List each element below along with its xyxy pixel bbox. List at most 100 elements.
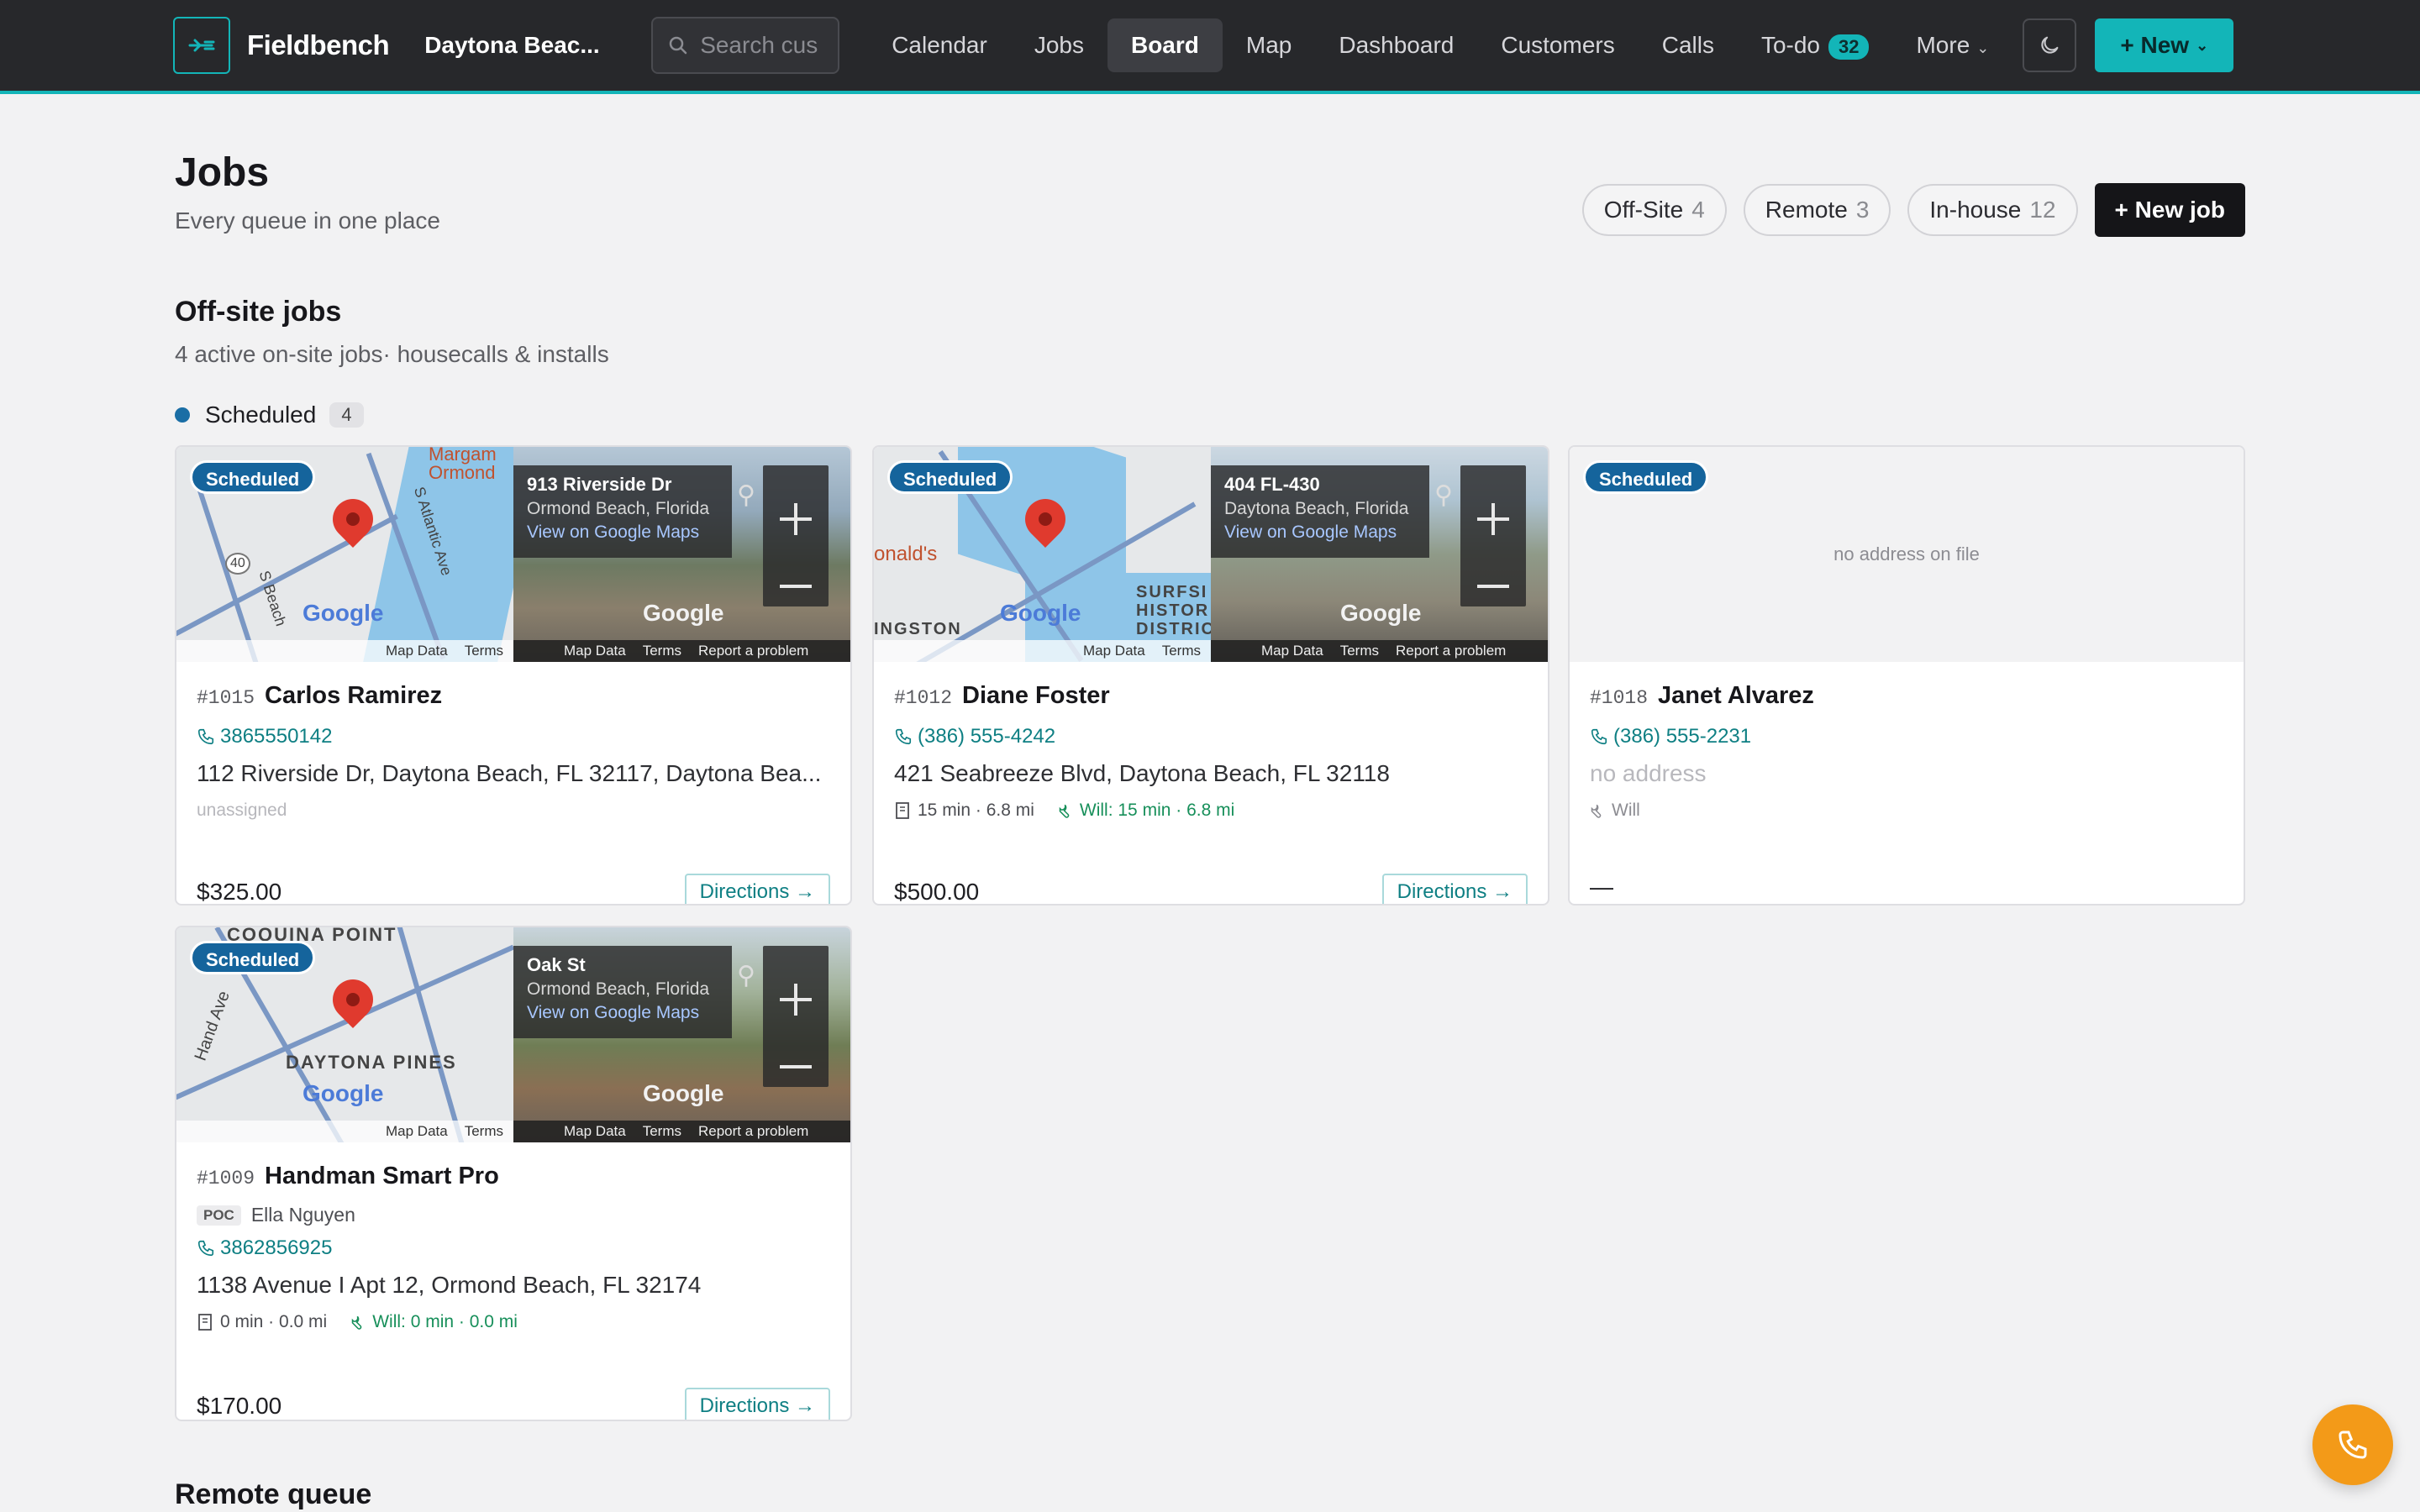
job-card[interactable]: Margam Ormond S Atlantic Ave S Beach 40 … <box>175 445 852 906</box>
section-title-offsite: Off-site jobs <box>175 296 342 328</box>
wrench-icon <box>1591 804 1602 818</box>
status-label: Scheduled <box>205 402 317 428</box>
map-data-link[interactable]: Map Data <box>1261 643 1323 659</box>
call-fab-button[interactable] <box>2312 1404 2393 1485</box>
map-terms-link[interactable]: Terms <box>643 643 681 659</box>
phone-number: 3862856925 <box>220 1236 333 1259</box>
job-card[interactable]: no address on file Scheduled #1018 Janet … <box>1568 445 2245 906</box>
job-price: $500.00 <box>894 879 980 905</box>
drive-info: 0 min · 0.0 mi Will: 0 min · 0.0 mi <box>197 1312 830 1332</box>
google-logo: Google <box>643 1080 724 1106</box>
nav-calls[interactable]: Calls <box>1639 18 1738 72</box>
nav-customers[interactable]: Customers <box>1477 18 1638 72</box>
new-job-button[interactable]: + New job <box>2094 183 2245 237</box>
zoom-out-icon[interactable] <box>1477 585 1509 588</box>
job-customer-name[interactable]: Janet Alvarez <box>1658 682 1814 709</box>
street-view-zoom-controls <box>1460 465 1526 606</box>
phone-link[interactable]: 3862856925 <box>197 1236 830 1260</box>
report-problem-link[interactable]: Report a problem <box>698 1123 808 1140</box>
directions-button[interactable]: Directions → <box>684 1388 830 1420</box>
nav-todo[interactable]: To-do 32 <box>1738 18 1893 72</box>
nav-more[interactable]: More ⌄ <box>1892 18 2012 72</box>
drive-time: 15 min · 6.8 mi <box>918 801 1034 820</box>
phone-number: (386) 555-4242 <box>918 725 1056 748</box>
queue-filters: Off-Site 4 Remote 3 In-house 12 + New job <box>1565 183 2245 237</box>
map-data-link[interactable]: Map Data <box>386 643 448 659</box>
card-media: Margam Ormond S Atlantic Ave S Beach 40 … <box>176 447 850 662</box>
zoom-in-icon[interactable] <box>780 984 812 1016</box>
zoom-in-icon[interactable] <box>1477 503 1509 535</box>
phone-link[interactable]: 3865550142 <box>197 725 830 748</box>
search-box[interactable] <box>651 17 840 74</box>
map-terms-link[interactable]: Terms <box>1162 643 1201 659</box>
job-card[interactable]: COQUINA POINT Hand Ave DAYTONA PINES Goo… <box>175 926 852 1421</box>
card-body: #1015 Carlos Ramirez 3865550142 112 River… <box>197 682 830 904</box>
filter-offsite[interactable]: Off-Site 4 <box>1581 184 1727 236</box>
google-logo: Google <box>1340 600 1422 626</box>
nav-jobs[interactable]: Jobs <box>1011 18 1107 72</box>
street-view-thumbnail[interactable]: Oak St Ormond Beach, Florida View on Goo… <box>513 927 850 1142</box>
phone-number: 3865550142 <box>220 725 333 748</box>
view-on-google-maps-link[interactable]: View on Google Maps <box>527 522 718 543</box>
map-terms-link[interactable]: Terms <box>643 1123 681 1140</box>
phone-link[interactable]: (386) 555-4242 <box>894 725 1528 748</box>
map-terms-link[interactable]: Terms <box>1340 643 1379 659</box>
assignee: unassigned <box>197 801 287 820</box>
nav-calendar[interactable]: Calendar <box>868 18 1011 72</box>
phone-link[interactable]: (386) 555-2231 <box>1590 725 2223 748</box>
map-data-link[interactable]: Map Data <box>564 643 626 659</box>
new-menu-label: + New <box>2120 32 2190 58</box>
map-data-link[interactable]: Map Data <box>564 1123 626 1140</box>
report-problem-link[interactable]: Report a problem <box>698 643 808 659</box>
nav-map[interactable]: Map <box>1223 18 1315 72</box>
report-problem-link[interactable]: Report a problem <box>1396 643 1506 659</box>
street-view-thumbnail[interactable]: 404 FL-430 Daytona Beach, Florida View o… <box>1211 447 1548 662</box>
job-card[interactable]: onald's SURFSI HISTOR DISTRIC INGSTON Go… <box>872 445 1549 906</box>
section-subtitle-offsite: 4 active on-site jobs· housecalls & inst… <box>175 341 609 367</box>
drive-time: 0 min · 0.0 mi <box>220 1312 328 1331</box>
search-input[interactable] <box>700 32 835 59</box>
price-row: $500.00 Directions → <box>894 874 1528 905</box>
card-body: #1009 Handman Smart Pro POC Ella Nguyen 3… <box>197 1163 830 1420</box>
theme-toggle-button[interactable] <box>2023 18 2077 72</box>
view-on-google-maps-link[interactable]: View on Google Maps <box>527 1003 718 1023</box>
map-label: HISTOR <box>1136 601 1210 620</box>
map-data-link[interactable]: Map Data <box>1083 643 1145 659</box>
filter-label: Remote <box>1765 197 1848 223</box>
street-view-city: Ormond Beach, Florida <box>527 979 710 999</box>
top-nav: Fieldbench Daytona Beac... Calendar Jobs… <box>0 0 2420 91</box>
zoom-out-icon[interactable] <box>780 585 812 588</box>
location-pin-icon: ⚲ <box>737 962 755 990</box>
map-attribution: Map Data Terms <box>874 640 1211 662</box>
filter-remote[interactable]: Remote 3 <box>1743 184 1891 236</box>
zoom-out-icon[interactable] <box>780 1065 812 1068</box>
filter-inhouse[interactable]: In-house 12 <box>1907 184 2078 236</box>
drive-info: 15 min · 6.8 mi Will: 15 min · 6.8 mi <box>894 801 1528 821</box>
building-icon <box>198 1314 212 1331</box>
location-selector[interactable]: Daytona Beac... <box>424 32 618 59</box>
status-badge: Scheduled <box>887 460 1013 494</box>
card-media: COQUINA POINT Hand Ave DAYTONA PINES Goo… <box>176 927 850 1142</box>
map-data-link[interactable]: Map Data <box>386 1123 448 1140</box>
job-number: #1012 <box>894 687 953 709</box>
logo[interactable] <box>173 17 230 74</box>
nav-dashboard[interactable]: Dashboard <box>1315 18 1477 72</box>
street-view-thumbnail[interactable]: 913 Riverside Dr Ormond Beach, Florida V… <box>513 447 850 662</box>
new-menu-button[interactable]: + New ⌄ <box>2095 18 2234 72</box>
job-customer-name[interactable]: Handman Smart Pro <box>265 1163 499 1189</box>
zoom-in-icon[interactable] <box>780 503 812 535</box>
google-logo: Google <box>302 600 384 626</box>
status-badge: Scheduled <box>1583 460 1709 494</box>
map-road <box>393 927 469 1142</box>
directions-button[interactable]: Directions → <box>684 874 830 904</box>
street-view-address: 913 Riverside Dr <box>527 474 672 495</box>
nav-board[interactable]: Board <box>1107 18 1223 72</box>
job-customer-name[interactable]: Carlos Ramirez <box>265 682 442 709</box>
job-customer-name[interactable]: Diane Foster <box>962 682 1110 709</box>
view-on-google-maps-link[interactable]: View on Google Maps <box>1224 522 1416 543</box>
map-terms-link[interactable]: Terms <box>465 643 503 659</box>
directions-button[interactable]: Directions → <box>1381 874 1528 904</box>
map-terms-link[interactable]: Terms <box>465 1123 503 1140</box>
search-icon <box>669 36 687 55</box>
phone-icon <box>197 1240 214 1257</box>
